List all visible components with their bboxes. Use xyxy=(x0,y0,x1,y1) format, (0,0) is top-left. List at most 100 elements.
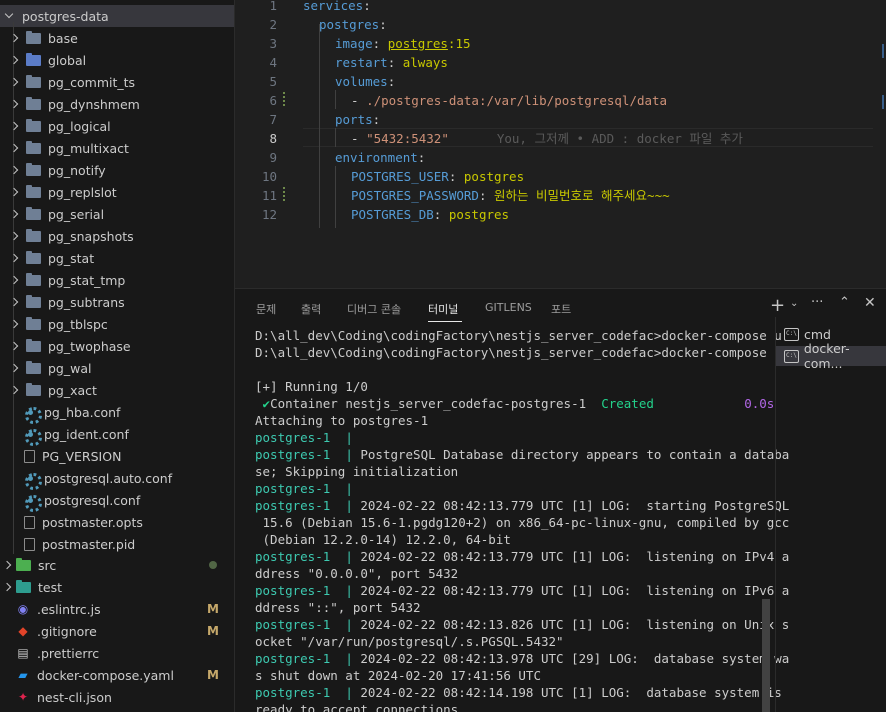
tree-item[interactable]: postgresql.conf xyxy=(0,489,234,512)
tree-item-label: pg_dynshmem xyxy=(48,96,140,112)
terminal-text: 2024-02-22 08:42:13.779 UTC [1] LOG: sta… xyxy=(352,498,790,513)
panel-tab[interactable]: 터미널 xyxy=(428,301,458,317)
line-number: 5 xyxy=(269,74,277,89)
terminal-line: Attaching to postgres-1 xyxy=(255,412,428,429)
folder-postgres-data[interactable]: postgres-data xyxy=(0,5,234,27)
git-blame-annotation: You, 그저께 • ADD : docker 파일 추가 xyxy=(496,131,743,146)
tree-item[interactable]: ▤ .prettierrc xyxy=(0,642,234,664)
terminal-scrollbar[interactable] xyxy=(762,599,770,712)
tree-item[interactable]: pg_commit_ts xyxy=(0,71,234,93)
yaml-colon: : xyxy=(387,55,403,70)
chevron-right-icon xyxy=(9,77,19,87)
panel-tab[interactable]: 포트 xyxy=(551,301,571,317)
new-terminal-icon[interactable]: + xyxy=(770,295,785,316)
chevron-down-icon[interactable]: ⌄ xyxy=(790,298,798,309)
terminal-line: D:\all_dev\Coding\codingFactory\nestjs_s… xyxy=(255,327,782,344)
tree-item[interactable]: ◆ .gitignore M xyxy=(0,620,234,642)
terminal-text: postgres-1 xyxy=(255,651,346,666)
terminal-text: ready to accept connections xyxy=(255,702,459,712)
tree-item[interactable]: pg_logical xyxy=(0,115,234,137)
git-status-badge: M xyxy=(207,602,219,616)
terminal-text: 2024-02-22 08:42:13.779 UTC [1] LOG: lis… xyxy=(352,583,790,598)
tree-item[interactable]: pg_stat xyxy=(0,247,234,269)
terminal-line: postgres-1 | 2024-02-22 08:42:14.198 UTC… xyxy=(255,684,782,701)
terminal-text: Attaching to postgres-1 xyxy=(255,413,429,428)
yaml-key: postgres xyxy=(319,17,380,32)
terminal-text: | xyxy=(345,498,353,513)
code-editor[interactable]: 1 services: 2 postgres: 3 image: postgres:15 4… xyxy=(235,0,886,288)
terminal-text: Container nestjs_server_codefac-postgres… xyxy=(270,396,602,411)
tree-item[interactable]: pg_twophase xyxy=(0,335,234,357)
tree-item-label: docker-compose.yaml xyxy=(37,667,174,683)
tree-item[interactable]: pg_wal xyxy=(0,357,234,379)
panel-tab[interactable]: 출력 xyxy=(301,301,321,317)
terminal-line: se; Skipping initialization xyxy=(255,463,458,480)
terminal-icon: C:\ xyxy=(784,327,799,341)
tree-item-label: postgresql.auto.conf xyxy=(44,470,173,486)
maximize-panel-icon[interactable]: ⌃ xyxy=(839,295,850,310)
settings-file-icon xyxy=(24,472,42,490)
tree-item[interactable]: pg_xact xyxy=(0,379,234,401)
tree-item-label: PG_VERSION xyxy=(42,448,122,464)
terminal-text: ocket "/var/run/postgresql/.s.PGSQL.5432… xyxy=(255,634,564,649)
terminal-line: ocket "/var/run/postgresql/.s.PGSQL.5432… xyxy=(255,633,564,650)
tree-item[interactable]: pg_tblspc xyxy=(0,313,234,335)
close-panel-icon[interactable]: ✕ xyxy=(864,295,876,311)
terminal-text: | xyxy=(345,617,353,632)
tree-item[interactable]: pg_snapshots xyxy=(0,225,234,247)
tree-item[interactable]: pg_notify xyxy=(0,159,234,181)
panel-tab[interactable]: 디버그 콘솔 xyxy=(347,301,401,317)
tree-item[interactable]: global xyxy=(0,49,234,71)
tree-item[interactable]: ◉ .eslintrc.js M xyxy=(0,598,234,620)
tree-item[interactable]: pg_serial xyxy=(0,203,234,225)
folder-icon xyxy=(26,250,41,264)
yaml-key: services xyxy=(303,0,364,13)
tree-item[interactable]: postgresql.auto.conf xyxy=(0,467,234,490)
code-text: POSTGRES_DB: postgres xyxy=(351,205,509,224)
tree-item[interactable]: pg_multixact xyxy=(0,137,234,159)
line-number: 3 xyxy=(269,36,277,51)
tree-item[interactable]: pg_ident.conf xyxy=(0,423,234,446)
yaml-key: POSTGRES_PASSWORD xyxy=(351,188,479,203)
folder-icon xyxy=(26,96,41,110)
tree-item[interactable]: base xyxy=(0,27,234,49)
terminal-text: postgres-1 xyxy=(255,583,346,598)
prettier-icon: ▤ xyxy=(17,646,29,660)
tree-item[interactable]: ▰ docker-compose.yaml M xyxy=(0,664,234,686)
tree-item[interactable]: pg_replslot xyxy=(0,181,234,203)
terminal-icon: C:\ xyxy=(784,349,799,363)
terminal-text: 0.0s xyxy=(744,396,775,411)
yaml-value: 원하는 비밀번호로 해주세요~~~ xyxy=(494,188,670,203)
docker-icon: ▰ xyxy=(18,668,28,682)
tree-item[interactable]: test xyxy=(0,576,234,598)
tree-item[interactable]: ✦ nest-cli.json xyxy=(0,686,234,708)
tree-item[interactable]: postmaster.opts xyxy=(0,511,234,533)
terminal-list: C:\ cmd C:\ docker-com... xyxy=(775,317,886,712)
terminal-line: ✔Container nestjs_server_codefac-postgre… xyxy=(255,395,775,412)
terminal-tab-docker-compose[interactable]: C:\ docker-com... xyxy=(776,341,886,371)
tree-item-label: pg_stat_tmp xyxy=(48,272,126,288)
tree-item-label: .eslintrc.js xyxy=(37,601,101,617)
tree-item[interactable]: postmaster.pid xyxy=(0,533,234,555)
tree-item-label: global xyxy=(48,52,87,68)
changes-dot xyxy=(209,561,217,569)
panel-tab[interactable]: 문제 xyxy=(256,301,276,317)
terminal-line: (Debian 12.2.0-14) 12.2.0, 64-bit xyxy=(255,531,511,548)
tree-item[interactable]: pg_dynshmem xyxy=(0,93,234,115)
panel-tab[interactable]: GITLENS xyxy=(485,301,532,314)
terminal-text: D:\all_dev\Coding\codingFactory\nestjs_s… xyxy=(255,328,782,343)
tree-item[interactable]: pg_hba.conf xyxy=(0,401,234,424)
code-text: POSTGRES_USER: postgres xyxy=(351,167,524,186)
terminal-text: | xyxy=(345,549,353,564)
terminal-tab-label: docker-com... xyxy=(803,341,850,371)
tree-item[interactable]: pg_stat_tmp xyxy=(0,269,234,291)
code-text: restart: always xyxy=(335,53,448,72)
tree-item[interactable]: PG_VERSION xyxy=(0,445,234,467)
more-actions-icon[interactable]: ··· xyxy=(811,295,823,310)
chevron-right-icon xyxy=(9,165,19,175)
tree-item[interactable]: src xyxy=(0,554,234,576)
yaml-colon: : xyxy=(379,17,387,32)
tree-item-label: .prettierrc xyxy=(37,645,100,661)
terminal-text: | xyxy=(345,481,353,496)
tree-item[interactable]: pg_subtrans xyxy=(0,291,234,313)
